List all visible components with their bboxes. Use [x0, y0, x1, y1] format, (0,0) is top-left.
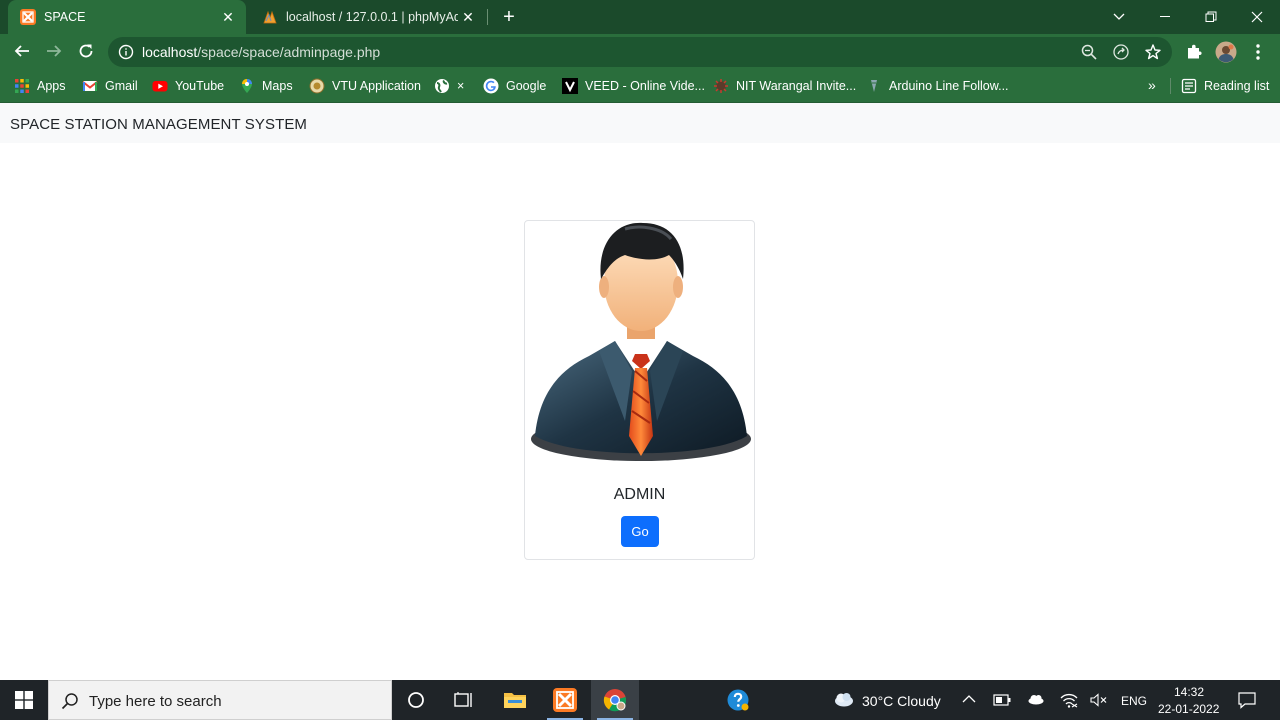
- taskbar-search-input[interactable]: Type here to search: [48, 680, 392, 720]
- new-tab-icon[interactable]: +: [498, 6, 520, 28]
- clock-time[interactable]: 14:32: [1174, 685, 1204, 699]
- bookmark-label: VEED - Online Vide...: [585, 79, 705, 93]
- bookmark-star-icon[interactable]: [1144, 43, 1162, 61]
- phpmyadmin-icon: [263, 10, 277, 24]
- battery-icon[interactable]: [993, 694, 1011, 706]
- bookmarks-bar: Apps Gmail YouTube Maps VTU Application …: [0, 69, 1280, 103]
- google-icon: [483, 78, 499, 94]
- windows-taskbar: Type here to search 30°C Cloudy ENG 14:3…: [0, 680, 1280, 720]
- search-icon: [61, 693, 78, 710]
- more-bookmarks-icon[interactable]: »: [1148, 77, 1156, 93]
- address-url[interactable]: localhost/space/space/adminpage.php: [142, 44, 380, 60]
- card-title: ADMIN: [613, 486, 666, 503]
- language-indicator[interactable]: ENG: [1121, 694, 1147, 708]
- file-explorer-icon[interactable]: [491, 680, 539, 720]
- zoom-icon[interactable]: [1080, 43, 1098, 61]
- weather-cloud-icon[interactable]: [832, 691, 854, 707]
- xampp-icon: [20, 9, 36, 25]
- menu-kebab-icon[interactable]: [1248, 42, 1268, 62]
- bookmark-nit[interactable]: NIT Warangal Invite...: [713, 76, 856, 96]
- bookmark-label: ×: [457, 79, 465, 93]
- clock-date[interactable]: 22-01-2022: [1158, 702, 1219, 716]
- url-path: /space/space/adminpage.php: [197, 44, 381, 60]
- back-arrow-icon[interactable]: [10, 39, 34, 63]
- nit-icon: [714, 79, 728, 93]
- tab-title: SPACE: [44, 10, 86, 24]
- minimize-icon[interactable]: [1142, 0, 1188, 34]
- extensions-puzzle-icon[interactable]: [1184, 42, 1204, 62]
- bookmark-youtube[interactable]: YouTube: [152, 76, 224, 96]
- close-icon[interactable]: ✕: [458, 7, 478, 27]
- maps-icon: [242, 79, 252, 93]
- chrome-taskbar-icon[interactable]: [591, 680, 639, 720]
- bookmark-label: Gmail: [105, 79, 138, 93]
- globe-icon: [435, 79, 449, 93]
- tab-search-chevron-icon[interactable]: [1096, 0, 1142, 34]
- show-hidden-icons-chevron-icon[interactable]: [962, 694, 976, 704]
- notification-center-icon[interactable]: [1238, 691, 1256, 709]
- bookmark-label: Arduino Line Follow...: [889, 79, 1009, 93]
- close-icon[interactable]: ✕: [218, 7, 238, 27]
- bookmark-label: Apps: [37, 79, 66, 93]
- bookmark-label: NIT Warangal Invite...: [736, 79, 857, 93]
- tab-strip: SPACE ✕ localhost / 127.0.0.1 | phpMyAdm…: [0, 0, 1280, 34]
- bookmark-maps[interactable]: Maps: [239, 76, 293, 96]
- wifi-icon[interactable]: [1060, 692, 1078, 708]
- share-icon[interactable]: [1112, 43, 1130, 61]
- windows-start-icon[interactable]: [0, 680, 48, 720]
- bookmark-label: YouTube: [175, 79, 225, 93]
- address-bar[interactable]: localhost/space/space/adminpage.php: [108, 37, 1172, 67]
- bookmark-label: Maps: [262, 79, 293, 93]
- browser-toolbar: localhost/space/space/adminpage.php: [0, 34, 1280, 69]
- cortana-icon[interactable]: [392, 680, 440, 720]
- bookmark-label: VTU Application: [332, 79, 421, 93]
- url-host: localhost: [142, 44, 198, 60]
- admin-card: ADMIN Go: [524, 220, 755, 560]
- speaker-muted-icon[interactable]: [1090, 693, 1108, 707]
- site-navbar: SPACE STATION MANAGEMENT SYSTEM: [0, 103, 1280, 143]
- tab-space[interactable]: SPACE ✕: [8, 0, 246, 34]
- bookmark-label: Google: [506, 79, 547, 93]
- tab-separator: [487, 9, 488, 25]
- admin-avatar-image: [531, 222, 751, 461]
- veed-icon: [562, 78, 578, 94]
- reload-icon[interactable]: [74, 39, 98, 63]
- forward-arrow-icon[interactable]: [42, 39, 66, 63]
- bookmark-vtu[interactable]: VTU Application: [309, 76, 421, 96]
- reading-list-label: Reading list: [1204, 79, 1270, 93]
- bookmark-arduino[interactable]: Arduino Line Follow...: [866, 76, 1009, 96]
- onedrive-cloud-icon[interactable]: [1026, 693, 1044, 705]
- xampp-taskbar-icon[interactable]: [541, 680, 589, 720]
- site-info-icon[interactable]: [118, 44, 134, 60]
- vtu-icon: [309, 78, 325, 94]
- tab-phpmyadmin[interactable]: localhost / 127.0.0.1 | phpMyAdmin ✕: [250, 0, 486, 34]
- youtube-icon: [152, 81, 168, 92]
- weather-text[interactable]: 30°C Cloudy: [862, 693, 941, 709]
- profile-avatar-icon[interactable]: [1215, 41, 1237, 63]
- tab-title: localhost / 127.0.0.1 | phpMyAdmin: [286, 10, 458, 24]
- gmail-icon: [82, 81, 98, 91]
- reading-list[interactable]: Reading list: [1181, 76, 1269, 96]
- task-view-icon[interactable]: [440, 680, 488, 720]
- restore-icon[interactable]: [1188, 0, 1234, 34]
- help-icon[interactable]: [714, 680, 762, 720]
- bookmark-google[interactable]: Google: [483, 76, 546, 96]
- reading-list-icon: [1181, 78, 1197, 94]
- window-close-icon[interactable]: [1234, 0, 1280, 34]
- bookmarks-divider: [1170, 78, 1171, 94]
- search-placeholder: Type here to search: [89, 693, 222, 710]
- navbar-brand[interactable]: SPACE STATION MANAGEMENT SYSTEM: [10, 116, 307, 133]
- arduino-icon: [871, 80, 877, 92]
- apps-grid-icon: [15, 79, 29, 93]
- bookmark-veed[interactable]: VEED - Online Vide...: [562, 76, 705, 96]
- bookmark-gmail[interactable]: Gmail: [82, 76, 138, 96]
- go-button[interactable]: Go: [621, 516, 659, 547]
- bookmark-globe[interactable]: ×: [434, 76, 464, 96]
- bookmark-apps[interactable]: Apps: [14, 76, 66, 96]
